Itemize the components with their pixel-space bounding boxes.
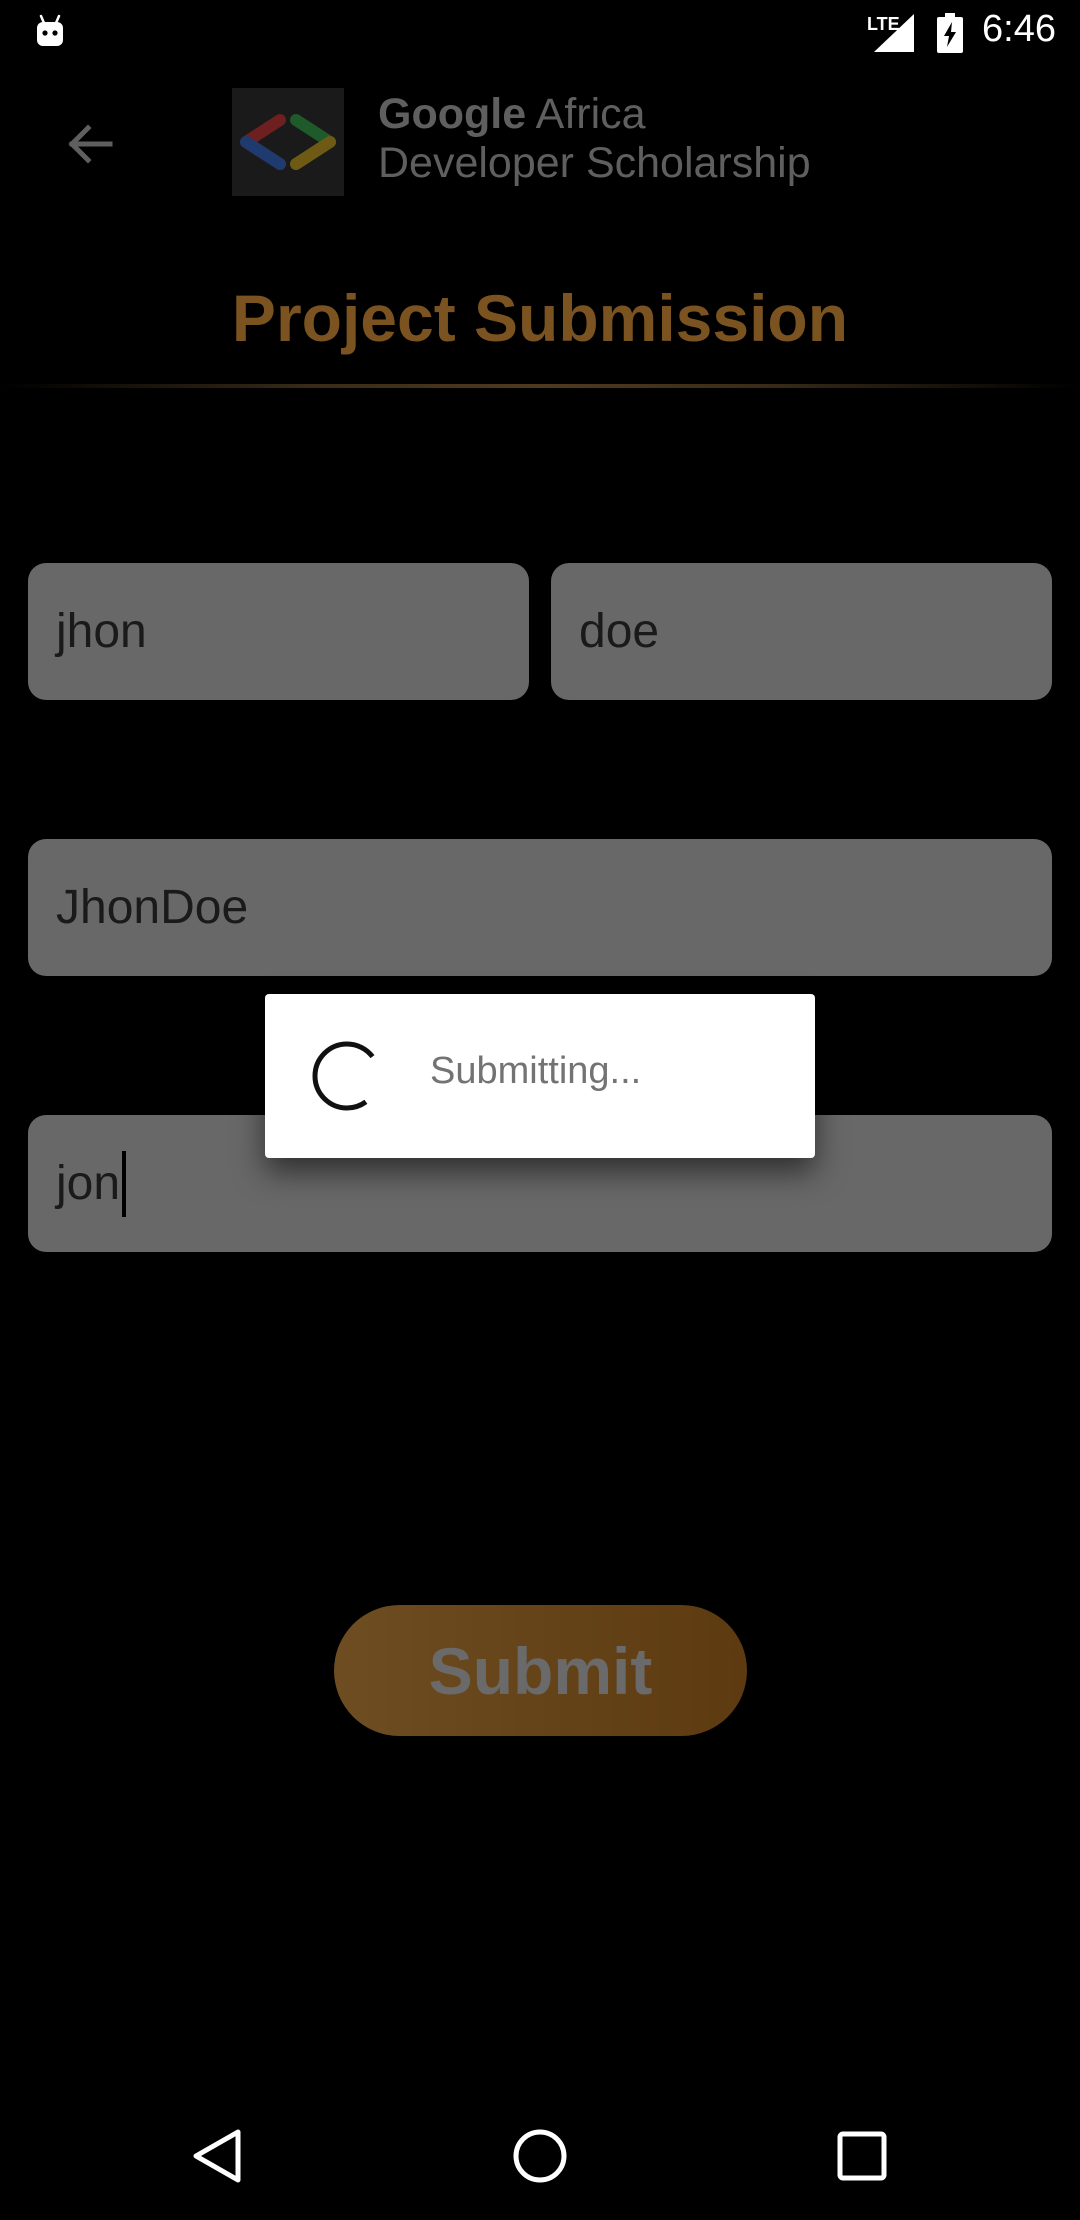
code-brackets-icon bbox=[240, 114, 336, 170]
progress-dialog: Submitting... bbox=[265, 994, 815, 1158]
arrow-back-icon[interactable] bbox=[58, 112, 122, 176]
status-bar: LTE 6:46 bbox=[0, 0, 1080, 66]
project-link-value: jon bbox=[56, 1157, 121, 1210]
loading-spinner-icon bbox=[312, 1041, 382, 1111]
first-name-input[interactable]: jhon bbox=[28, 563, 529, 700]
logo-word-africa: Africa bbox=[526, 90, 646, 138]
nav-home-icon[interactable] bbox=[510, 2126, 570, 2186]
logo-word-google: Google bbox=[378, 90, 527, 138]
submit-button[interactable]: Submit bbox=[334, 1605, 747, 1736]
navigation-bar bbox=[0, 2088, 1080, 2220]
nav-back-icon[interactable] bbox=[188, 2126, 248, 2186]
email-input[interactable]: JhonDoe bbox=[28, 839, 1052, 976]
email-value: JhonDoe bbox=[56, 881, 249, 934]
page-title: Project Submission bbox=[231, 281, 849, 355]
dialog-message: Submitting... bbox=[430, 1050, 642, 1092]
text-cursor bbox=[122, 1150, 127, 1217]
logo-line-2: Developer Scholarship bbox=[378, 139, 811, 187]
battery-charging-icon bbox=[937, 13, 963, 53]
signal-icon bbox=[874, 14, 914, 52]
first-name-value: jhon bbox=[56, 605, 147, 658]
screen: LTE 6:46 Google Africa Developer Scholar… bbox=[0, 0, 1080, 2220]
submit-button-label: Submit bbox=[428, 1633, 653, 1708]
title-divider bbox=[0, 384, 1080, 388]
last-name-value: doe bbox=[579, 605, 660, 658]
clock: 6:46 bbox=[982, 8, 1056, 50]
android-notification-icon bbox=[37, 14, 63, 46]
nav-recents-icon[interactable] bbox=[832, 2126, 892, 2186]
last-name-input[interactable]: doe bbox=[551, 563, 1052, 700]
logo-wordmark: Google Africa Developer Scholarship bbox=[378, 90, 811, 188]
gads-logo bbox=[232, 88, 344, 196]
